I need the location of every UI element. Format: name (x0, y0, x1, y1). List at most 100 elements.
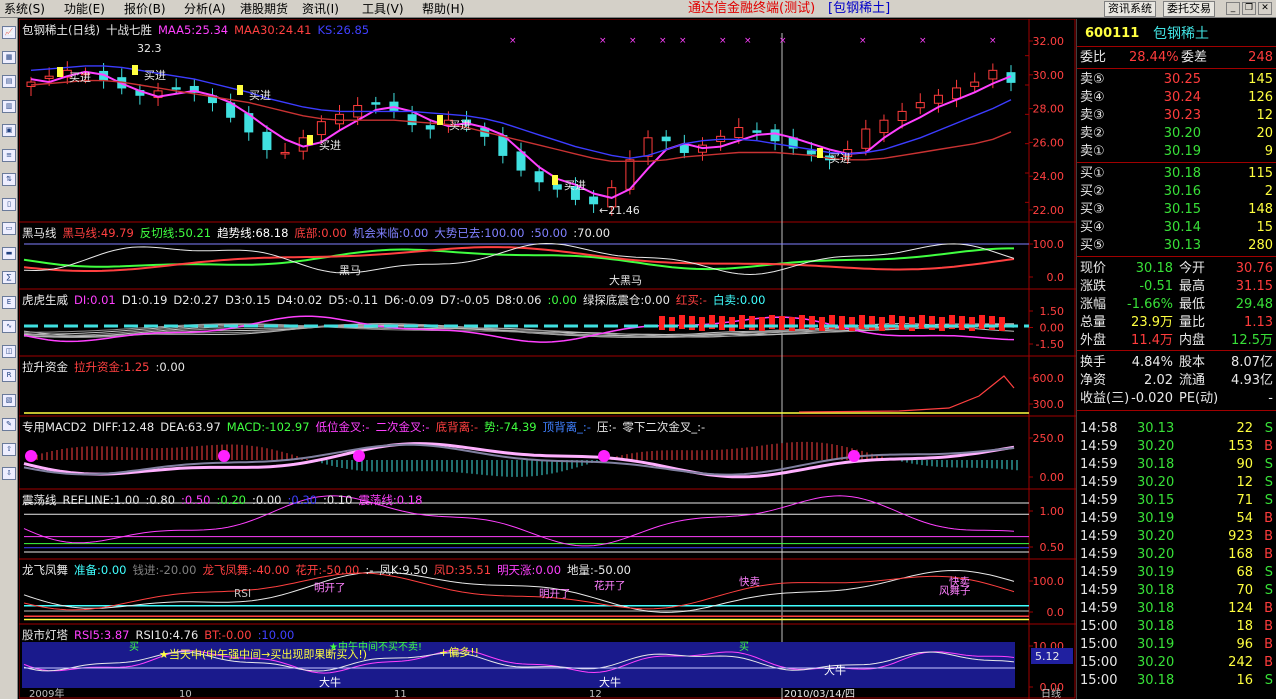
calc-icon[interactable]: ∑ (2, 271, 16, 284)
close-icon[interactable]: ✕ (1258, 2, 1272, 15)
candle-body (879, 119, 889, 134)
red-buy-bar (999, 317, 1005, 331)
news-icon[interactable]: ▬ (2, 246, 16, 260)
longfei-label: 快卖 (739, 576, 760, 588)
axis-tick-label: 0.50 (1040, 541, 1065, 554)
menu-info[interactable]: 资讯(I) (302, 1, 339, 17)
tick-price: 30.13 (1137, 421, 1175, 436)
tick-volume: 153 (1228, 439, 1253, 454)
chart-icon[interactable]: 📈 (2, 26, 16, 39)
pane-label-dengta: 股市灯塔 RSI5:3.87 RSI10:4.76 BT:-0.00:10.00 (22, 627, 300, 643)
restore-icon[interactable]: ❐ (1242, 2, 1256, 15)
value-tag: 5.12 (1035, 650, 1060, 663)
indicator-value: :50.00 (530, 226, 568, 240)
menu-help[interactable]: 帮助(H) (422, 1, 464, 17)
menu-analysis[interactable]: 分析(A) (184, 1, 226, 17)
stat-row: 涨跌 -0.51 最高 31.15 (1077, 278, 1276, 296)
signal-x-mark: × (989, 36, 997, 46)
indicator-value: DEA:63.97 (160, 420, 221, 434)
stat-value: 11.4万 (1131, 333, 1173, 348)
indicator-value: D2:0.27 (173, 293, 220, 307)
menu-system[interactable]: 系统(S) (4, 1, 45, 17)
etf-icon[interactable]: E (2, 295, 16, 309)
tick-volume: 16 (1236, 673, 1253, 688)
red-buy-bar (909, 317, 915, 331)
tick-time: 15:00 (1080, 619, 1118, 634)
tick-side: B (1264, 655, 1273, 670)
stat-value: 30.18 (1135, 261, 1173, 276)
red-buy-bar (969, 317, 975, 331)
buy-signal-marker (552, 175, 558, 185)
menu-hk-futures[interactable]: 港股期货 (240, 1, 288, 17)
edit-icon[interactable]: ✎ (2, 418, 16, 431)
candle-body (970, 81, 980, 87)
candle-body (425, 125, 435, 130)
grid-icon[interactable]: ▦ (2, 50, 16, 64)
buy-level-label: 买② (1080, 184, 1105, 199)
sell-price: 30.25 (1163, 72, 1201, 87)
stat-label: 股本 (1179, 355, 1206, 370)
indicator-value: 十战七胜 (105, 23, 152, 37)
tick-volume: 242 (1228, 655, 1253, 670)
tick-row: 15:00 30.18 16 S (1077, 672, 1276, 690)
daniu-label: 大牛 (319, 675, 341, 689)
buy-signal-label: 买进 (564, 179, 586, 192)
red-buy-bar (699, 317, 705, 331)
stat-label: 涨跌 (1080, 279, 1107, 294)
rsi-icon[interactable]: R (2, 369, 16, 382)
stat-row: 净资 2.02 流通 4.93亿 (1077, 372, 1276, 390)
indicator-value: BT:-0.00 (204, 628, 252, 642)
candle-body (552, 184, 562, 190)
trade-button[interactable]: 委托交易 (1163, 1, 1215, 17)
red-buy-bar (719, 316, 725, 330)
tick-volume: 168 (1228, 547, 1253, 562)
stat-label: 总量 (1080, 315, 1107, 330)
window-icon[interactable]: ▣ (2, 124, 16, 137)
layout-icon[interactable]: ▧ (2, 393, 16, 407)
tick-price: 30.19 (1137, 637, 1175, 652)
indicator-icon[interactable]: ◫ (2, 344, 16, 358)
candle-body (734, 127, 744, 139)
tick-side: S (1264, 457, 1273, 472)
minimize-icon[interactable]: _ (1226, 2, 1240, 15)
high-price-label: 32.3 (137, 42, 162, 55)
axis-tick-label: 28.00 (1033, 103, 1065, 116)
tick-side: B (1264, 601, 1273, 616)
buy-signal-label: 买进 (69, 71, 91, 84)
menu-tools[interactable]: 工具(V) (362, 1, 404, 17)
wave-icon[interactable]: ∿ (2, 320, 16, 333)
buy-price: 30.13 (1163, 238, 1201, 253)
candle-body (988, 69, 998, 80)
menu-function[interactable]: 功能(E) (64, 1, 105, 17)
info-system-button[interactable]: 资讯系统 (1104, 1, 1156, 17)
indicator-value: :0.00 (155, 360, 185, 374)
down-arrow-icon[interactable]: ⇩ (2, 467, 16, 480)
folder-icon[interactable]: ▭ (2, 222, 16, 235)
menu-quote[interactable]: 报价(B) (124, 1, 166, 17)
tick-row: 15:00 30.20 242 B (1077, 654, 1276, 672)
stat-row: 涨幅 -1.66% 最低 29.48 (1077, 296, 1276, 314)
tick-side: S (1264, 565, 1273, 580)
stat-value: 1.13 (1244, 315, 1273, 330)
tick-side: S (1264, 583, 1273, 598)
pane-label-main: 包钢稀土(日线) 十战七胜 MAA5:25.34 MAA30:24.41 KS:26.8… (22, 22, 375, 38)
doc-icon[interactable]: ▯ (2, 197, 16, 211)
axis-tick-label: -1.50 (1036, 338, 1064, 351)
up-arrow-icon[interactable]: ⇧ (2, 442, 16, 456)
cross-signal-dot (848, 450, 860, 462)
bar-icon[interactable]: ▥ (2, 99, 16, 113)
axis-tick-label: 250.0 (1033, 432, 1065, 445)
chart-area[interactable]: 32.00 30.00 28.00 26.00 24.00 22.00 100.0 0.0 1.… (19, 19, 1076, 699)
red-buy-bar (819, 317, 825, 331)
sort-icon[interactable]: ⇅ (2, 173, 16, 186)
buy-volume: 280 (1248, 238, 1273, 253)
tick-time: 14:59 (1080, 547, 1118, 562)
dengta-note: +偏多!! (439, 645, 479, 659)
table-icon[interactable]: ▤ (2, 75, 16, 88)
buy-signal-label: 买进 (144, 69, 166, 82)
indicator-value: D6:-0.09 (384, 293, 434, 307)
list-icon[interactable]: ≡ (2, 148, 16, 162)
axis-tick-label: 300.0 (1033, 398, 1065, 411)
indicator-value: 地量:-50.00 (567, 563, 631, 577)
feng-d-line (23, 572, 1015, 611)
